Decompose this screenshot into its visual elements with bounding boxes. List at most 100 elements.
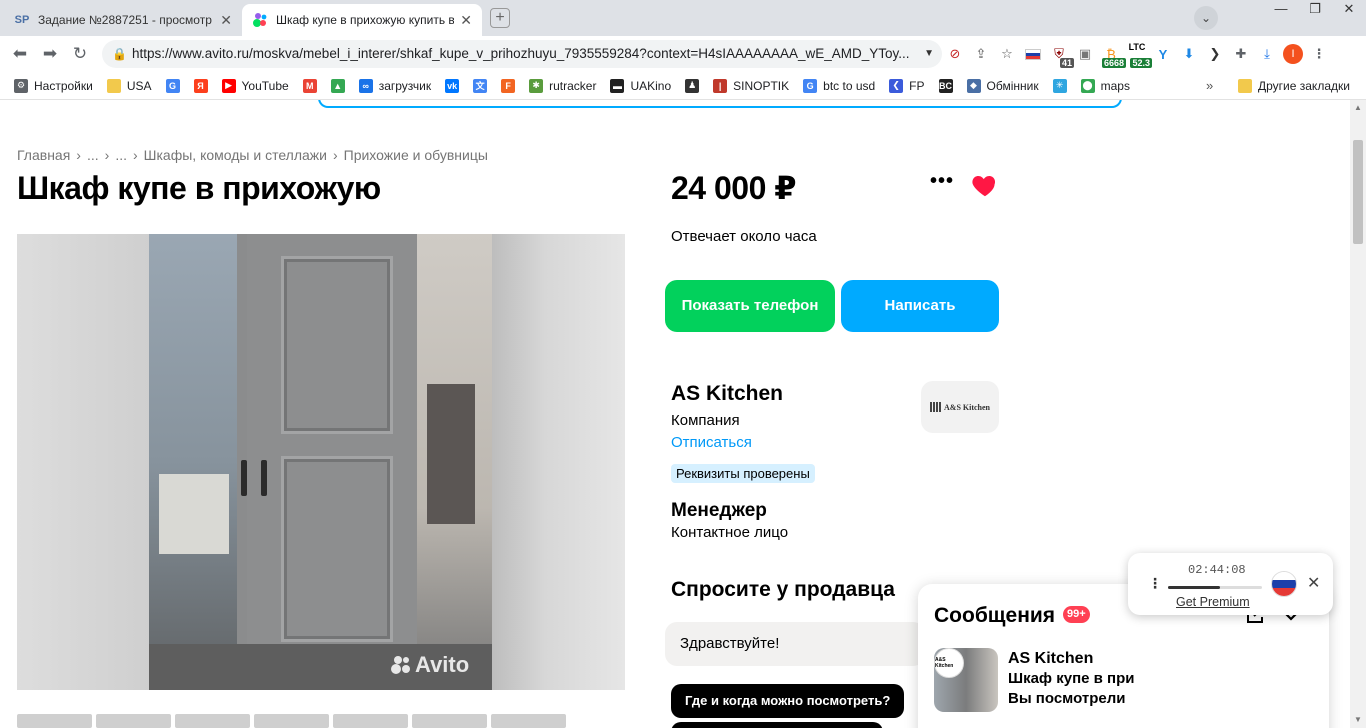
minimize-icon[interactable]: — <box>1264 0 1298 20</box>
bookmarks-more[interactable]: » <box>1206 78 1213 93</box>
search-bar[interactable] <box>318 100 1122 108</box>
breadcrumb-item[interactable]: ... <box>87 147 99 163</box>
bookmark-item[interactable]: F <box>501 78 516 93</box>
bookmark-item[interactable]: ✳ <box>1052 78 1067 93</box>
thumbnail[interactable] <box>412 714 487 728</box>
address-bar[interactable]: 🔒 https://www.avito.ru/moskva/mebel_i_in… <box>102 40 942 68</box>
scroll-down-icon[interactable]: ▼ <box>1350 712 1366 728</box>
write-button[interactable]: Написать <box>841 280 999 332</box>
tab-avito[interactable]: Шкаф купе в прихожую купить в ✕ <box>242 4 482 36</box>
thumbnail[interactable] <box>491 714 566 728</box>
bitcoin-icon[interactable]: ₿ 6668 <box>1100 42 1126 68</box>
block-icon[interactable]: ⊘ <box>944 42 966 66</box>
star-icon[interactable]: ☆ <box>996 42 1018 66</box>
breadcrumb-item[interactable]: Шкафы, комоды и стеллажи <box>144 147 327 163</box>
bookmark-label: USA <box>126 78 152 93</box>
tab-task[interactable]: SP Задание №2887251 - просмотр з ✕ <box>4 4 242 36</box>
question-chip[interactable]: Где и когда можно посмотреть? <box>671 684 905 718</box>
bookmark-label: FP <box>909 78 925 93</box>
avito-logo-icon <box>391 655 411 675</box>
thumbnail[interactable] <box>254 714 329 728</box>
bookmark-item[interactable]: ▲ <box>330 78 345 93</box>
bookmark-item[interactable]: ∞ загрузчик <box>358 78 431 93</box>
shield-icon[interactable]: ⛨ 41 <box>1048 42 1074 68</box>
breadcrumb-item[interactable]: ... <box>115 147 127 163</box>
briefcase-icon[interactable]: ▣ <box>1074 42 1096 66</box>
bookmark-item[interactable]: vk <box>445 78 460 93</box>
bookmark-item[interactable]: 文 <box>473 78 488 93</box>
bookmark-label: btc to usd <box>823 78 876 93</box>
thumbnail[interactable] <box>17 714 92 728</box>
bookmark-item[interactable]: G <box>165 78 180 93</box>
puzzle-icon[interactable]: ✚ <box>1230 42 1252 66</box>
close-icon[interactable]: ✕ <box>1307 573 1320 593</box>
product-photo[interactable] <box>149 234 492 690</box>
unsubscribe-link[interactable]: Отписаться <box>671 434 752 451</box>
ask-seller-title: Спросите у продавца <box>671 578 895 601</box>
download-ext-icon[interactable]: ⬇ <box>1178 42 1200 66</box>
bookmark-item[interactable]: ♟ <box>685 78 700 93</box>
russia-flag-icon[interactable] <box>1022 42 1044 66</box>
messenger-title[interactable]: Сообщения <box>934 604 1055 628</box>
terminal-icon[interactable]: ❯ <box>1204 42 1226 66</box>
heart-icon[interactable] <box>970 170 1000 200</box>
menu-icon[interactable]: ⋮ <box>1308 42 1330 66</box>
page-scrollbar[interactable]: ▲ ▼ <box>1350 100 1366 728</box>
close-icon[interactable]: ✕ <box>220 12 232 29</box>
gmail-icon: M <box>302 78 317 93</box>
thumbnail[interactable] <box>333 714 408 728</box>
bookmark-item[interactable]: ▬ UAKino <box>610 78 671 93</box>
dropdown-icon[interactable]: ▼ <box>924 40 934 68</box>
contact-role: Контактное лицо <box>671 524 789 541</box>
bookmark-label: YouTube <box>241 78 289 93</box>
window-controls: — ❐ ✕ <box>1264 0 1366 20</box>
ltc-icon[interactable]: LTC 52.3 <box>1126 42 1152 68</box>
vpn-widget: ⋮ 02:44:08 Get Premium ✕ <box>1128 553 1333 615</box>
bookmark-item[interactable]: ✱ rutracker <box>529 78 596 93</box>
bookmark-item[interactable]: Я <box>193 78 208 93</box>
bookmark-item[interactable]: ⬤ maps <box>1080 78 1130 93</box>
bookmark-item[interactable]: USA <box>106 78 152 93</box>
bookmark-item[interactable]: Gbtc to usd <box>803 78 876 93</box>
bookmark-item[interactable]: ⚙ Настройки <box>14 78 93 93</box>
other-bookmarks[interactable]: Другие закладки <box>1238 72 1350 100</box>
scroll-thumb[interactable] <box>1353 140 1363 244</box>
thumbnail[interactable] <box>175 714 250 728</box>
seller-name[interactable]: AS Kitchen <box>671 382 783 406</box>
thumbnail[interactable] <box>96 714 171 728</box>
bookmark-item[interactable]: ▶ YouTube <box>221 78 289 93</box>
bookmark-item[interactable]: ❮ FP <box>889 78 925 93</box>
back-icon[interactable]: ⬅ <box>10 44 30 64</box>
chevron-down-icon[interactable]: ⌄ <box>1194 6 1218 30</box>
downloads-icon[interactable]: ⤓ <box>1256 42 1278 66</box>
maximize-icon[interactable]: ❐ <box>1298 0 1332 20</box>
breadcrumb-item[interactable]: Прихожие и обувницы <box>344 147 488 163</box>
close-icon[interactable]: ✕ <box>460 12 472 29</box>
more-options-icon[interactable]: ••• <box>930 171 953 196</box>
bookmark-item[interactable]: M <box>302 78 317 93</box>
v-icon[interactable]: Y <box>1152 42 1174 66</box>
new-tab-button[interactable]: + <box>490 8 510 28</box>
question-chip[interactable] <box>671 722 883 728</box>
close-window-icon[interactable]: ✕ <box>1332 0 1366 20</box>
show-phone-button[interactable]: Показать телефон <box>665 280 835 332</box>
forward-icon[interactable]: ➡ <box>40 44 60 64</box>
scroll-up-icon[interactable]: ▲ <box>1350 100 1366 116</box>
chat-item[interactable]: A&S Kitchen AS Kitchen Шкаф купе в при В… <box>934 648 1314 712</box>
folder-icon <box>1238 79 1252 93</box>
seller-logo[interactable]: A&S Kitchen <box>921 381 999 433</box>
bookmark-item[interactable]: | SINOPTIK <box>713 78 789 93</box>
kebab-menu-icon[interactable]: ⋮ <box>1148 575 1162 592</box>
progress-track <box>1168 586 1262 589</box>
avatar[interactable]: I <box>1282 42 1304 66</box>
breadcrumb-home[interactable]: Главная <box>17 147 70 163</box>
bookmark-item[interactable]: ◆ Обмінник <box>966 78 1039 93</box>
doorway <box>417 234 492 690</box>
message-input[interactable] <box>665 622 925 666</box>
get-premium-link[interactable]: Get Premium <box>1176 595 1250 609</box>
photo-gallery[interactable]: Avito <box>17 234 625 690</box>
reload-icon[interactable]: ↻ <box>70 44 90 64</box>
russia-flag-icon[interactable] <box>1271 571 1297 597</box>
bookmark-item[interactable]: BC <box>938 78 953 93</box>
share-icon[interactable]: ⇪ <box>970 42 992 66</box>
